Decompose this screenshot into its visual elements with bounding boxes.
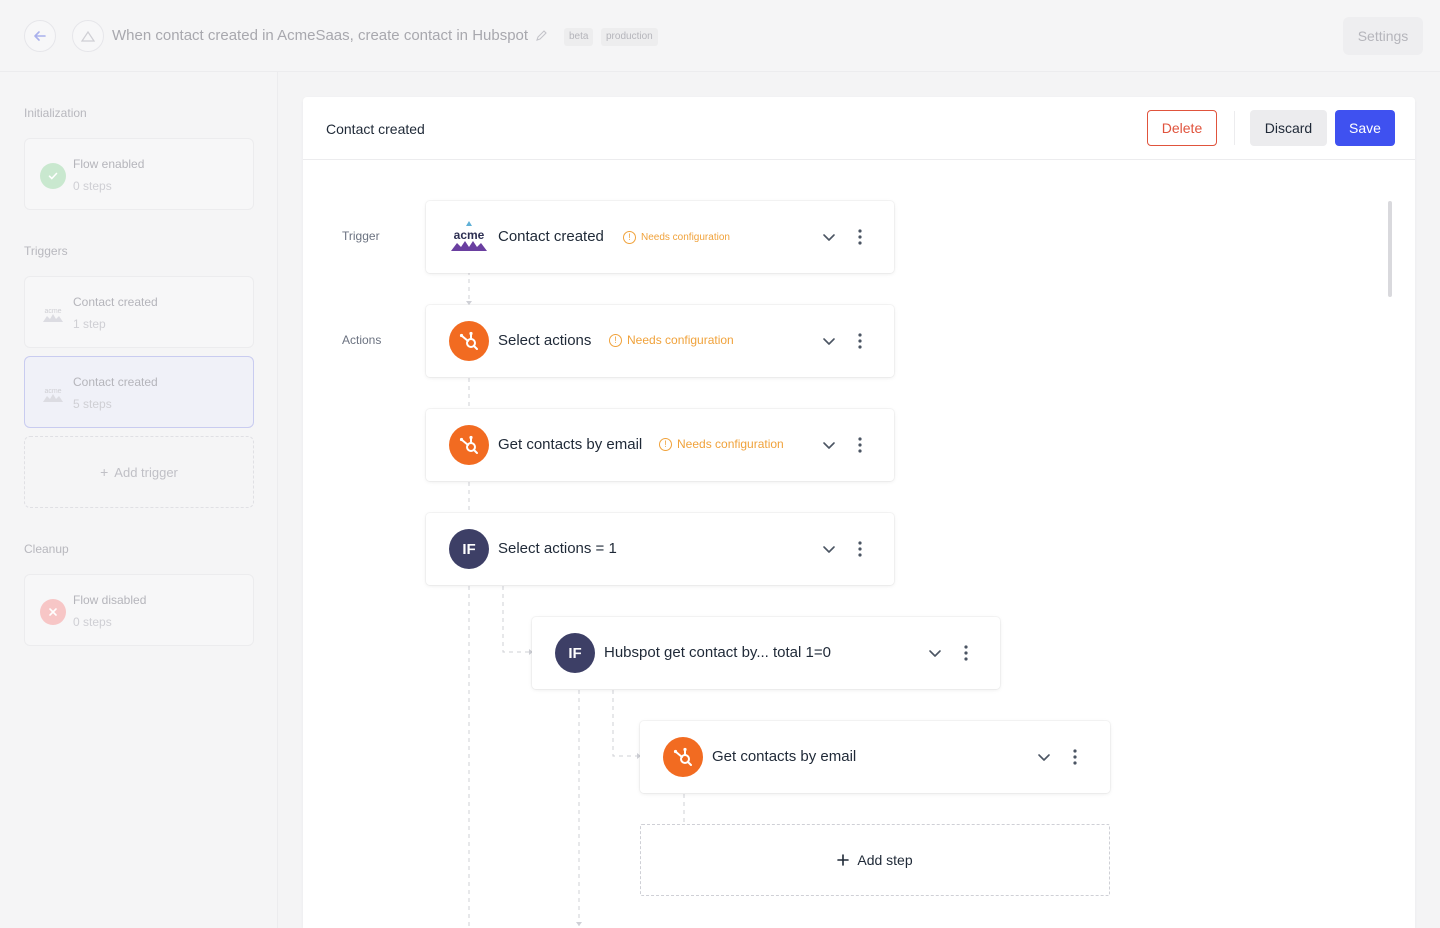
svg-text:acme: acme [454, 228, 485, 242]
warning-icon: ! [623, 231, 636, 244]
chevron-down-icon[interactable] [927, 645, 943, 661]
chevron-down-icon[interactable] [821, 437, 837, 453]
more-options-icon[interactable] [857, 227, 863, 247]
svg-text:acme: acme [44, 388, 61, 395]
app-logo [72, 20, 104, 52]
flow-title: When contact created in AcmeSaas, create… [112, 27, 529, 44]
if-icon: IF [555, 633, 595, 673]
section-label-triggers: Triggers [24, 244, 68, 258]
step-title: Get contacts by email [712, 748, 857, 765]
svg-text:acme: acme [44, 308, 61, 315]
warning-icon: ! [609, 333, 622, 347]
step-card-if-hubspot-total[interactable]: IF Hubspot get contact by... total 1=0 [532, 617, 1000, 689]
chevron-down-icon[interactable] [821, 541, 837, 557]
sidebar-item-subtitle: 0 steps [73, 615, 112, 629]
section-label-cleanup: Cleanup [24, 542, 69, 556]
add-trigger-button[interactable]: + Add trigger [24, 436, 254, 508]
acme-logo-icon: acme [40, 381, 66, 407]
sidebar-item-subtitle: 1 step [73, 317, 106, 331]
arrow-left-icon [34, 31, 46, 41]
plus-icon: + [100, 464, 109, 480]
x-icon [40, 599, 66, 625]
step-card-nested-get-contacts[interactable]: Get contacts by email [640, 721, 1110, 793]
sidebar-item-subtitle: 0 steps [73, 179, 112, 193]
step-card-select-actions[interactable]: Select actions ! Needs configuration [426, 305, 894, 377]
plus-icon [837, 854, 850, 866]
more-options-icon[interactable] [857, 539, 863, 559]
check-icon [40, 163, 66, 189]
chevron-down-icon[interactable] [821, 229, 837, 245]
more-options-icon[interactable] [1072, 747, 1078, 767]
needs-configuration-badge: ! Needs configuration [623, 231, 730, 244]
pencil-icon[interactable] [535, 29, 548, 42]
add-step-button[interactable]: Add step [640, 824, 1110, 896]
step-card-get-contacts[interactable]: Get contacts by email ! Needs configurat… [426, 409, 894, 481]
step-card-if-select-actions[interactable]: IF Select actions = 1 [426, 513, 894, 585]
hubspot-icon [449, 425, 489, 465]
sidebar-item-flow-enabled[interactable]: Flow enabled 0 steps [24, 138, 254, 210]
step-card-trigger[interactable]: acme Contact created ! Needs configurati… [426, 201, 894, 273]
more-options-icon[interactable] [857, 331, 863, 351]
step-title: Contact created [498, 228, 604, 245]
settings-button[interactable]: Settings [1343, 17, 1423, 55]
sidebar-item-subtitle: 5 steps [73, 397, 112, 411]
step-title: Hubspot get contact by... total 1=0 [604, 644, 831, 661]
production-tag: production [601, 28, 658, 46]
trigger-row-label: Trigger [342, 229, 380, 243]
chevron-down-icon[interactable] [821, 333, 837, 349]
add-trigger-label: Add trigger [114, 464, 178, 480]
flow-editor-panel: Contact created Delete Discard Save Trig… [303, 97, 1415, 928]
sidebar-item-title: Contact created [73, 375, 158, 389]
top-bar: When contact created in AcmeSaas, create… [0, 0, 1440, 72]
sidebar-item-trigger-2[interactable]: acme Contact created 5 steps [24, 356, 254, 428]
sidebar-item-title: Contact created [73, 295, 158, 309]
warning-icon: ! [659, 437, 672, 451]
sidebar-item-title: Flow enabled [73, 157, 145, 171]
actions-row-label: Actions [342, 333, 382, 347]
sidebar-item-flow-disabled[interactable]: Flow disabled 0 steps [24, 574, 254, 646]
add-step-label: Add step [857, 852, 913, 868]
sidebar-item-title: Flow disabled [73, 593, 147, 607]
step-title: Select actions = 1 [498, 540, 617, 557]
section-label-initialization: Initialization [24, 106, 87, 120]
more-options-icon[interactable] [857, 435, 863, 455]
hubspot-icon [663, 737, 703, 777]
step-title: Select actions [498, 332, 592, 349]
needs-configuration-badge: ! Needs configuration [609, 333, 734, 347]
hubspot-icon [449, 321, 489, 361]
needs-configuration-badge: ! Needs configuration [659, 437, 784, 451]
acme-mountain-icon [81, 30, 95, 42]
more-options-icon[interactable] [963, 643, 969, 663]
step-title: Get contacts by email [498, 436, 643, 453]
sidebar: Initialization Flow enabled 0 steps Trig… [0, 72, 278, 928]
acme-logo-icon: acme [40, 301, 66, 327]
back-button[interactable] [24, 20, 56, 52]
acme-logo-icon: acme [449, 217, 489, 257]
sidebar-item-trigger-1[interactable]: acme Contact created 1 step [24, 276, 254, 348]
if-icon: IF [449, 529, 489, 569]
beta-tag: beta [564, 28, 594, 46]
chevron-down-icon[interactable] [1036, 749, 1052, 765]
